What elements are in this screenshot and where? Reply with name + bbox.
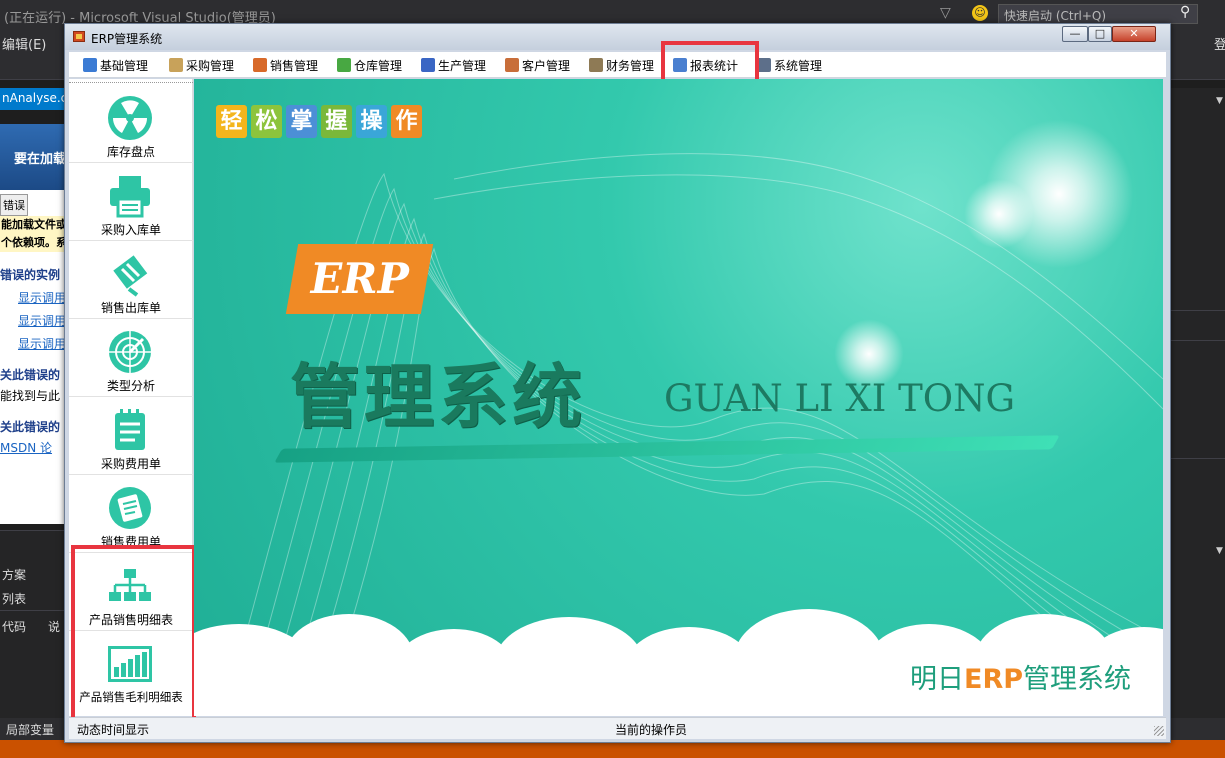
exception-message-2: 个依赖项。系 [0,234,66,252]
exception-message-1: 能加载文件或 [0,216,66,234]
sidebar-item-label: 采购入库单 [100,223,161,237]
notepad-icon [115,409,145,450]
erp-title-bar[interactable]: ERP管理系统 — □ ✕ [65,24,1170,50]
document-icon [109,487,151,529]
finance-icon [589,58,603,72]
show-call-stack-link-2[interactable]: 显示调用 [0,312,66,329]
erp-window-title: ERP管理系统 [91,32,163,46]
sidebar-item-label: 库存盘点 [106,145,155,159]
status-time: 动态时间显示 [77,723,150,737]
divider [1170,340,1225,341]
sidebar-item-label: 类型分析 [106,379,155,393]
description-column-header[interactable]: 说 [48,618,60,635]
exception-text: 能找到与此 [0,389,61,403]
vs-document-tab[interactable]: nAnalyse.cs [0,88,66,110]
status-operator: 当前的操作员 [615,723,688,737]
brand-text: 明日ERP管理系统 [910,664,1132,695]
solution-label: 方案 [2,568,27,582]
divider [0,610,66,611]
tagline-char-6: 作 [391,105,422,138]
close-button[interactable]: ✕ [1112,26,1156,42]
sidebar-item-label: 采购费用单 [100,457,161,471]
tagline-char-5: 操 [356,105,387,138]
sidebar-item-sales-expense[interactable]: 销售费用单 [69,475,193,553]
exception-banner: 要在加载 [0,124,66,190]
vs-right-panel: ▼ ▼ [1170,88,1225,718]
sidebar-item-purchase-expense[interactable]: 采购费用单 [69,397,193,475]
sidebar-item-purchase-receipt[interactable]: 采购入库单 [69,163,193,241]
gear-icon [421,58,435,72]
exception-heading-about-2: 关此错误的 [0,420,61,434]
vs-bottom-panel: 方案 列表 代码 说 [0,530,66,718]
filter-icon[interactable]: ▽ [940,5,951,21]
system-icon [757,58,771,72]
tag-icon [113,255,148,297]
erp-banner: 轻 松 掌 握 操 作 ERP 管理系统 GUAN LI XI TONG 明日E… [194,79,1163,716]
light-glow [964,179,1034,249]
chevron-down-icon[interactable]: ▼ [1216,96,1223,106]
show-call-stack-link-1[interactable]: 显示调用 [0,289,66,306]
radar-icon [109,331,151,373]
list-label: 列表 [2,592,27,606]
erp-badge: ERP [285,244,434,314]
menu-sales[interactable]: 销售管理 [253,56,318,74]
feedback-smile-icon[interactable]: ☺ [972,5,988,21]
sidebar-item-type-analysis[interactable]: 类型分析 [69,319,193,397]
minimize-button[interactable]: — [1062,26,1088,42]
maximize-button[interactable]: □ [1088,26,1112,42]
banner-title-cn: 管理系统 [290,356,586,438]
locals-tab[interactable]: 局部变量 [6,721,54,738]
radiation-icon [108,96,152,140]
sidebar-item-inventory-count[interactable]: 库存盘点 [69,85,193,163]
exception-tab[interactable]: 错误 [0,194,28,216]
menu-warehouse[interactable]: 仓库管理 [337,56,402,74]
menu-production[interactable]: 生产管理 [421,56,486,74]
users-icon [83,58,97,72]
menu-customer[interactable]: 客户管理 [505,56,570,74]
erp-status-bar: 动态时间显示 当前的操作员 [69,717,1166,739]
highlight-box-report-items [71,545,196,721]
customer-icon [505,58,519,72]
sidebar-grip [69,79,193,83]
menu-system[interactable]: 系统管理 [757,56,822,74]
warehouse-icon [337,58,351,72]
menu-purchase[interactable]: 采购管理 [169,56,234,74]
banner-title-en: GUAN LI XI TONG [664,377,1016,420]
show-call-stack-link-3[interactable]: 显示调用 [0,335,66,352]
printer-icon [110,176,150,218]
tagline-char-2: 松 [251,105,282,138]
divider [1170,458,1225,459]
menu-finance[interactable]: 财务管理 [589,56,654,74]
erp-menu-bar: 基础管理 采购管理 销售管理 仓库管理 生产管理 客户管理 财务管理 报表统计 … [69,52,1166,78]
tagline-char-1: 轻 [216,105,247,138]
search-icon[interactable]: ⚲ [1180,4,1190,20]
code-column-header[interactable]: 代码 [2,618,26,635]
tagline-char-4: 握 [321,105,352,138]
menu-basic[interactable]: 基础管理 [83,56,148,74]
erp-window: ERP管理系统 — □ ✕ 基础管理 采购管理 销售管理 仓库管理 生产管理 客… [64,23,1171,743]
vs-exception-panel: 要在加载 错误 能加载文件或 个依赖项。系 错误的实例 显示调用 显示调用 显示… [0,124,66,524]
exception-heading-instance: 错误的实例 [0,268,61,282]
vs-login-link[interactable]: 登 [1214,34,1225,53]
msdn-forum-link[interactable]: MSDN 论 [0,439,66,456]
sidebar-item-sales-delivery[interactable]: 销售出库单 [69,241,193,319]
divider [0,530,66,531]
chevron-down-icon[interactable]: ▼ [1216,546,1223,556]
tagline-char-3: 掌 [286,105,317,138]
resize-grip[interactable] [1154,726,1164,736]
divider [1170,310,1225,311]
exception-heading-about: 关此错误的 [0,368,61,382]
sidebar-item-label: 销售出库单 [100,301,161,315]
sales-icon [253,58,267,72]
app-icon [73,31,85,42]
quick-launch-input[interactable]: 快速启动 (Ctrl+Q) [998,4,1198,24]
vs-menu-edit[interactable]: 编辑(E) [2,34,46,53]
purchase-icon [169,58,183,72]
